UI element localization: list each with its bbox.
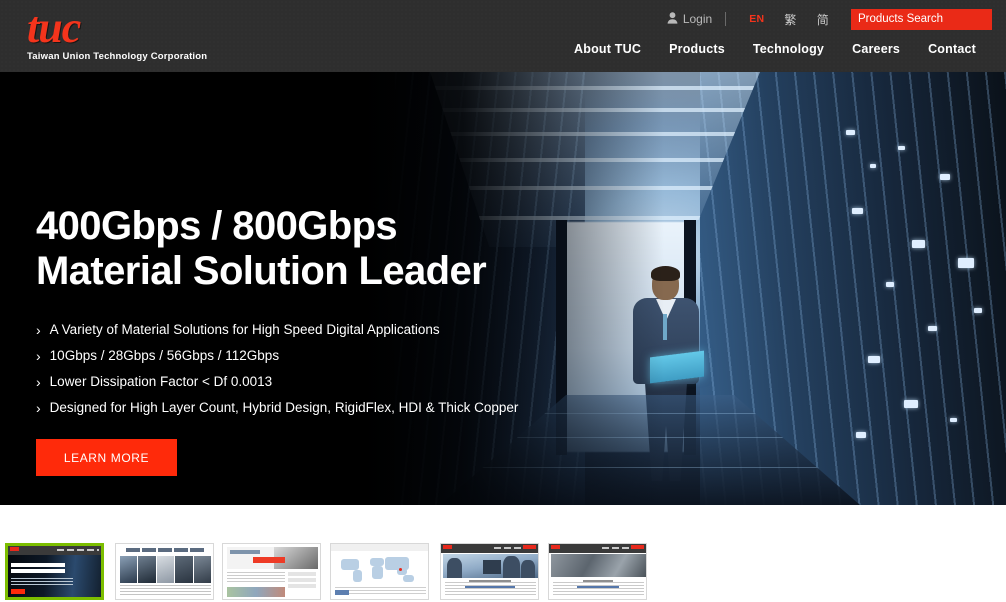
nav-item-about-tuc[interactable]: About TUC [560, 42, 655, 56]
thumbnail-slide-6[interactable] [548, 543, 647, 600]
thumbnail-slide-1[interactable] [5, 543, 104, 600]
utility-bar: Login EN 繁 简 [667, 8, 1006, 30]
learn-more-button[interactable]: LEARN MORE [36, 439, 177, 476]
search-input[interactable] [858, 13, 1006, 25]
products-search-box[interactable] [851, 8, 1006, 30]
login-label: Login [682, 12, 713, 26]
hero-bullet-text: Lower Dissipation Factor < Df 0.0013 [49, 374, 273, 389]
hero-bullet-list: › A Variety of Material Solutions for Hi… [36, 322, 518, 416]
lang-option-en[interactable]: EN [739, 13, 774, 25]
main-navigation: About TUC Products Technology Careers Co… [560, 42, 990, 56]
utility-divider [725, 12, 727, 26]
nav-item-technology[interactable]: Technology [739, 42, 838, 56]
hero-bullet-text: Designed for High Layer Count, Hybrid De… [49, 400, 519, 415]
hero-title-line-2: Material Solution Leader [36, 249, 487, 293]
logo-subtitle: Taiwan Union Technology Corporation [27, 51, 208, 62]
login-link[interactable]: Login [667, 11, 713, 27]
thumbnail-slide-4[interactable] [330, 543, 429, 600]
site-header: tuc Taiwan Union Technology Corporation … [0, 0, 1006, 72]
hero-title-line-1: 400Gbps / 800Gbps [36, 204, 398, 248]
lang-option-traditional-chinese[interactable]: 繁 [774, 11, 806, 28]
nav-item-contact[interactable]: Contact [914, 42, 990, 56]
hero-bullet-item: › 10Gbps / 28Gbps / 56Gbps / 112Gbps [36, 348, 518, 364]
site-logo[interactable]: tuc Taiwan Union Technology Corporation [27, 3, 208, 63]
hero-bullet-item: › A Variety of Material Solutions for Hi… [36, 322, 518, 338]
hero-content: 400Gbps / 800Gbps Material Solution Lead… [36, 204, 518, 476]
chevron-right-icon: › [36, 348, 41, 364]
hero-title: 400Gbps / 800Gbps Material Solution Lead… [36, 204, 518, 294]
hero-bullet-item: › Lower Dissipation Factor < Df 0.0013 [36, 374, 518, 390]
person-icon [667, 11, 678, 27]
hero-bullet-text: A Variety of Material Solutions for High… [49, 322, 440, 337]
nav-item-careers[interactable]: Careers [838, 42, 914, 56]
chevron-right-icon: › [36, 400, 41, 416]
lang-option-simplified-chinese[interactable]: 简 [807, 11, 839, 28]
chevron-right-icon: › [36, 374, 41, 390]
thumbnail-slide-5[interactable] [440, 543, 539, 600]
logo-wordmark: tuc [27, 3, 81, 52]
slide-thumbnail-strip [0, 505, 1006, 602]
nav-item-products[interactable]: Products [655, 42, 739, 56]
thumbnail-slide-2[interactable] [115, 543, 214, 600]
hero-bullet-item: › Designed for High Layer Count, Hybrid … [36, 400, 518, 416]
thumbnail-slide-3[interactable] [222, 543, 321, 600]
hero-bullet-text: 10Gbps / 28Gbps / 56Gbps / 112Gbps [49, 348, 280, 363]
chevron-right-icon: › [36, 322, 41, 338]
hero-slide: 400Gbps / 800Gbps Material Solution Lead… [0, 72, 1006, 505]
